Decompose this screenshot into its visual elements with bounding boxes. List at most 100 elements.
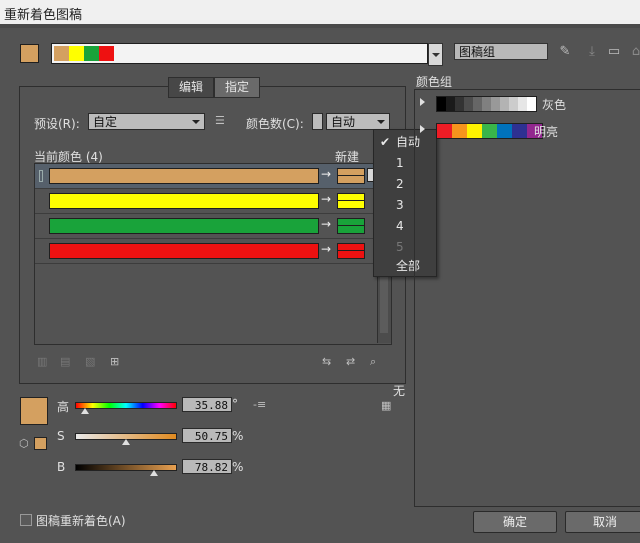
color-group-gray[interactable]: 灰色	[414, 91, 640, 117]
brightness-slider-thumb[interactable]	[149, 470, 158, 476]
group-color-swatch[interactable]	[464, 97, 473, 111]
group-color-swatch[interactable]	[437, 97, 446, 111]
arrow-right-icon[interactable]: →	[321, 217, 331, 231]
brightness-slider[interactable]	[75, 464, 177, 471]
hue-slider[interactable]	[75, 402, 177, 409]
arrow-right-icon[interactable]: →	[321, 192, 331, 206]
brightness-value[interactable]: 78.82	[182, 459, 232, 474]
current-color-bar[interactable]	[49, 168, 319, 184]
saturation-slider-thumb[interactable]	[121, 439, 130, 445]
hue-slider-thumb[interactable]	[81, 408, 89, 414]
separate-colors-icon[interactable]: ▤	[60, 355, 70, 368]
tab-edit[interactable]: 编辑	[168, 77, 215, 98]
group-name: 灰色	[542, 98, 567, 112]
color-row[interactable]: →	[35, 214, 378, 239]
group-swatches[interactable]	[436, 96, 537, 112]
recolor-artwork-checkbox[interactable]	[20, 514, 32, 526]
brightness-unit: %	[232, 460, 244, 474]
current-color-bar[interactable]	[49, 243, 319, 259]
saturation-value[interactable]: 50.75	[182, 428, 232, 443]
window-title: 重新着色图稿	[4, 8, 83, 23]
main-color-swatch[interactable]	[20, 44, 39, 63]
group-color-swatch[interactable]	[512, 124, 527, 138]
chevron-down-icon	[377, 120, 385, 124]
active-color-swatch[interactable]	[20, 397, 48, 425]
color-groups-panel	[414, 89, 640, 507]
new-folder-icon[interactable]: ▭	[606, 44, 622, 59]
harmony-swatch	[69, 46, 84, 61]
group-color-swatch[interactable]	[497, 124, 512, 138]
group-color-swatch[interactable]	[437, 124, 452, 138]
group-color-swatch[interactable]	[446, 97, 455, 111]
group-color-swatch[interactable]	[473, 97, 482, 111]
save-group-icon[interactable]: ⤓	[584, 44, 600, 59]
color-row[interactable]: →	[35, 164, 378, 189]
hue-unit: °	[232, 397, 238, 411]
random-saturation-icon[interactable]: ⇄	[346, 355, 355, 368]
merge-colors-icon[interactable]: ▥	[37, 355, 47, 368]
group-color-swatch[interactable]	[482, 97, 491, 111]
group-color-swatch[interactable]	[509, 97, 518, 111]
group-swatches[interactable]	[436, 123, 543, 139]
new-row-icon[interactable]: ⊞	[110, 355, 119, 368]
color-group-bright[interactable]: 明亮	[414, 118, 640, 144]
exclude-colors-icon[interactable]: ▧	[85, 355, 95, 368]
harmony-swatch	[54, 46, 69, 61]
new-color-swatch[interactable]	[337, 218, 365, 234]
group-name: 明亮	[534, 125, 559, 139]
group-color-swatch[interactable]	[452, 124, 467, 138]
tab-assign[interactable]: 指定	[214, 77, 261, 98]
cube-icon: ⬡	[19, 437, 29, 450]
find-color-icon[interactable]: ⌕	[370, 355, 376, 369]
group-color-swatch[interactable]	[467, 124, 482, 138]
current-color-bar[interactable]	[49, 193, 319, 209]
preset-label: 预设(R):	[34, 117, 80, 131]
color-count-stepper[interactable]	[312, 113, 323, 130]
title-bar: 重新着色图稿	[0, 0, 640, 25]
chevron-down-icon	[192, 120, 200, 124]
new-color-swatch[interactable]	[337, 193, 365, 209]
small-color-swatch[interactable]	[34, 437, 47, 450]
brightness-label: B	[57, 460, 66, 474]
preset-value: 自定	[93, 115, 118, 129]
expand-triangle-icon[interactable]	[420, 98, 425, 106]
group-color-swatch[interactable]	[500, 97, 509, 111]
group-color-swatch[interactable]	[518, 97, 527, 111]
color-count-label: 颜色数(C):	[246, 117, 304, 131]
new-color-swatch[interactable]	[337, 168, 365, 184]
group-color-swatch[interactable]	[482, 124, 497, 138]
delete-icon[interactable]: ⌂	[628, 44, 640, 59]
color-groups-header: 颜色组	[416, 75, 453, 89]
checkmark-icon: ✔	[380, 135, 391, 149]
expand-triangle-icon[interactable]	[420, 125, 425, 133]
eyedropper-icon[interactable]: ✎	[557, 44, 573, 59]
preset-options-icon[interactable]: ☰	[215, 114, 225, 127]
harmony-dropdown-button[interactable]	[428, 43, 443, 66]
recolor-artwork-label: 图稿重新着色(A)	[36, 514, 126, 528]
arrow-right-icon[interactable]: →	[321, 167, 331, 181]
group-color-swatch[interactable]	[527, 97, 536, 111]
group-color-swatch[interactable]	[455, 97, 464, 111]
random-order-icon[interactable]: ⇆	[322, 355, 331, 368]
preset-dropdown[interactable]: 自定	[88, 113, 205, 130]
current-color-bar[interactable]	[49, 218, 319, 234]
hue-label: 高	[57, 400, 70, 414]
ok-button[interactable]: 确定	[473, 511, 557, 533]
color-mode-icon[interactable]: ▦	[381, 399, 391, 412]
color-row[interactable]: →	[35, 189, 378, 214]
new-color-swatch[interactable]	[337, 243, 365, 259]
color-row[interactable]: →	[35, 239, 378, 264]
none-label: 无	[393, 384, 406, 398]
row-handle-icon[interactable]	[39, 170, 43, 182]
hue-value[interactable]: 35.88	[182, 397, 232, 412]
harmony-swatch	[84, 46, 99, 61]
group-name-field[interactable]: 图稿组	[454, 43, 548, 60]
color-count-dropdown[interactable]: 自动	[326, 113, 390, 130]
title-bar-divider	[0, 24, 640, 28]
cancel-button[interactable]: 取消	[565, 511, 640, 533]
slider-options-icon[interactable]: -≡	[253, 398, 266, 411]
mode-tabs: 编辑 指定	[168, 77, 261, 98]
arrow-right-icon[interactable]: →	[321, 242, 331, 256]
group-color-swatch[interactable]	[491, 97, 500, 111]
color-harmony-field[interactable]	[51, 43, 428, 64]
